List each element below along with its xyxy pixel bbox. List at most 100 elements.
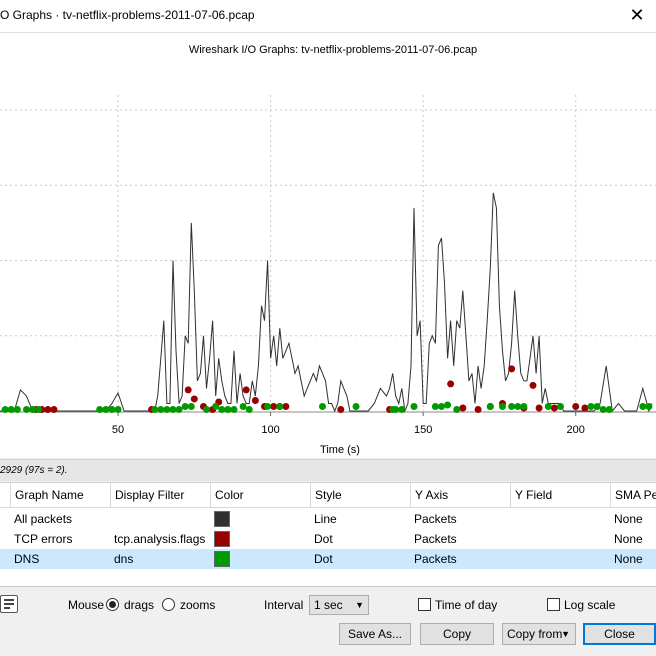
tcp-errors-point bbox=[337, 405, 345, 413]
x-tick-label: 50 bbox=[112, 424, 124, 436]
dns-point bbox=[23, 405, 31, 413]
x-tick-label: 200 bbox=[567, 424, 585, 436]
y-axis-cell[interactable]: Packets bbox=[414, 509, 457, 529]
close-button[interactable]: Close bbox=[583, 623, 656, 645]
color-swatch[interactable] bbox=[214, 531, 230, 547]
dns-point bbox=[410, 402, 418, 410]
dns-point bbox=[508, 402, 516, 410]
display-filter-cell[interactable]: dns bbox=[114, 549, 133, 569]
tcp-errors-point bbox=[529, 381, 537, 389]
dns-point bbox=[599, 405, 607, 413]
dns-point bbox=[218, 405, 226, 413]
x-tick-label: 100 bbox=[261, 424, 279, 436]
time-of-day-checkbox[interactable] bbox=[418, 598, 431, 611]
graph-options-icon[interactable] bbox=[0, 595, 18, 613]
chevron-down-icon: ▼ bbox=[561, 629, 570, 639]
graph-table[interactable]: Graph Name Display Filter Color Style Y … bbox=[0, 482, 656, 586]
sma-period-cell[interactable]: None bbox=[614, 509, 643, 529]
tcp-errors-point bbox=[184, 386, 192, 394]
color-swatch[interactable] bbox=[214, 551, 230, 567]
hint-text: 2929 (97s = 2). bbox=[0, 465, 68, 476]
tcp-errors-point bbox=[550, 404, 558, 412]
drags-radio[interactable] bbox=[106, 598, 119, 611]
dns-point bbox=[187, 402, 195, 410]
log-scale-checkbox[interactable] bbox=[547, 598, 560, 611]
zooms-radio[interactable] bbox=[162, 598, 175, 611]
time-of-day-label[interactable]: Time of day bbox=[435, 598, 497, 612]
display-filter-cell[interactable]: tcp.analysis.flags bbox=[114, 529, 205, 549]
tcp-errors-point bbox=[44, 405, 52, 413]
interval-label: Interval bbox=[264, 598, 304, 612]
dns-point bbox=[13, 405, 21, 413]
dns-point bbox=[444, 401, 452, 409]
zooms-label[interactable]: zooms bbox=[180, 598, 215, 612]
copy-from-button[interactable]: Copy from ▼ bbox=[502, 623, 576, 645]
dns-point bbox=[544, 402, 552, 410]
drags-label[interactable]: drags bbox=[124, 598, 154, 612]
dns-point bbox=[224, 405, 232, 413]
chart-title: Wireshark I/O Graphs: tv-netflix-problem… bbox=[188, 44, 478, 56]
sma-period-cell[interactable]: None bbox=[614, 549, 643, 569]
sma-period-cell[interactable]: None bbox=[614, 529, 643, 549]
window-title: O Graphs · tv-netflix-problems-2011-07-0… bbox=[0, 8, 255, 22]
dns-point bbox=[1, 405, 9, 413]
series-line-all-packets bbox=[0, 192, 653, 413]
table-row-selected[interactable]: DNS dns Dot Packets None bbox=[0, 549, 656, 569]
style-cell[interactable]: Dot bbox=[314, 529, 333, 549]
dns-point bbox=[264, 402, 272, 410]
tcp-errors-point bbox=[190, 395, 198, 403]
dns-point bbox=[102, 405, 110, 413]
copy-from-label: Copy from bbox=[507, 627, 563, 641]
header-color[interactable]: Color bbox=[211, 483, 311, 508]
io-graph-chart[interactable]: 50 100 150 200 Time (s) bbox=[0, 33, 656, 459]
tcp-errors-point bbox=[572, 402, 580, 410]
header-sma-period[interactable]: SMA Pe bbox=[611, 483, 656, 508]
dns-point bbox=[230, 405, 238, 413]
header-y-axis[interactable]: Y Axis bbox=[411, 483, 511, 508]
graph-name-cell: All packets bbox=[14, 512, 73, 526]
table-header-spacer bbox=[0, 483, 11, 508]
dns-point bbox=[245, 405, 253, 413]
mouse-label: Mouse bbox=[68, 598, 105, 612]
dns-point bbox=[157, 405, 165, 413]
style-cell[interactable]: Line bbox=[314, 509, 337, 529]
dns-point bbox=[520, 402, 528, 410]
table-row[interactable]: All packets Line Packets None bbox=[0, 509, 656, 529]
save-as-button[interactable]: Save As... bbox=[339, 623, 411, 645]
plot-area[interactable]: 50 100 150 200 Time (s) Wireshark I/O Graphs… bbox=[0, 32, 656, 458]
log-scale-label[interactable]: Log scale bbox=[564, 598, 615, 612]
copy-button[interactable]: Copy bbox=[420, 623, 494, 645]
tcp-errors-point bbox=[447, 380, 455, 388]
dns-point bbox=[108, 405, 116, 413]
header-graph-name[interactable]: Graph Name bbox=[11, 483, 111, 508]
dns-point bbox=[203, 405, 211, 413]
dns-point bbox=[181, 402, 189, 410]
style-cell[interactable]: Dot bbox=[314, 549, 333, 569]
y-axis-cell[interactable]: Packets bbox=[414, 549, 457, 569]
dns-point bbox=[175, 405, 183, 413]
dns-point bbox=[587, 402, 595, 410]
tcp-errors-point bbox=[581, 404, 589, 412]
dns-point bbox=[392, 405, 400, 413]
interval-select[interactable]: 1 sec ▼ bbox=[309, 595, 369, 615]
dns-point bbox=[431, 402, 439, 410]
header-style[interactable]: Style bbox=[311, 483, 411, 508]
dns-point bbox=[437, 402, 445, 410]
table-row[interactable]: TCP errors tcp.analysis.flags Dot Packet… bbox=[0, 529, 656, 549]
dns-point bbox=[556, 402, 564, 410]
graph-name-cell: DNS bbox=[14, 552, 40, 566]
dns-point bbox=[514, 402, 522, 410]
dns-point bbox=[318, 402, 326, 410]
header-y-field[interactable]: Y Field bbox=[511, 483, 611, 508]
tcp-errors-point bbox=[282, 402, 290, 410]
header-display-filter[interactable]: Display Filter bbox=[111, 483, 211, 508]
y-axis-cell[interactable]: Packets bbox=[414, 529, 457, 549]
tcp-errors-point bbox=[50, 405, 58, 413]
dns-point bbox=[605, 405, 613, 413]
close-window-icon[interactable]: ✕ bbox=[625, 3, 649, 27]
hint-bar: 2929 (97s = 2). bbox=[0, 459, 656, 481]
graph-name-cell: TCP errors bbox=[14, 532, 73, 546]
color-swatch[interactable] bbox=[214, 511, 230, 527]
tcp-errors-point bbox=[459, 404, 467, 412]
dns-point bbox=[169, 405, 177, 413]
